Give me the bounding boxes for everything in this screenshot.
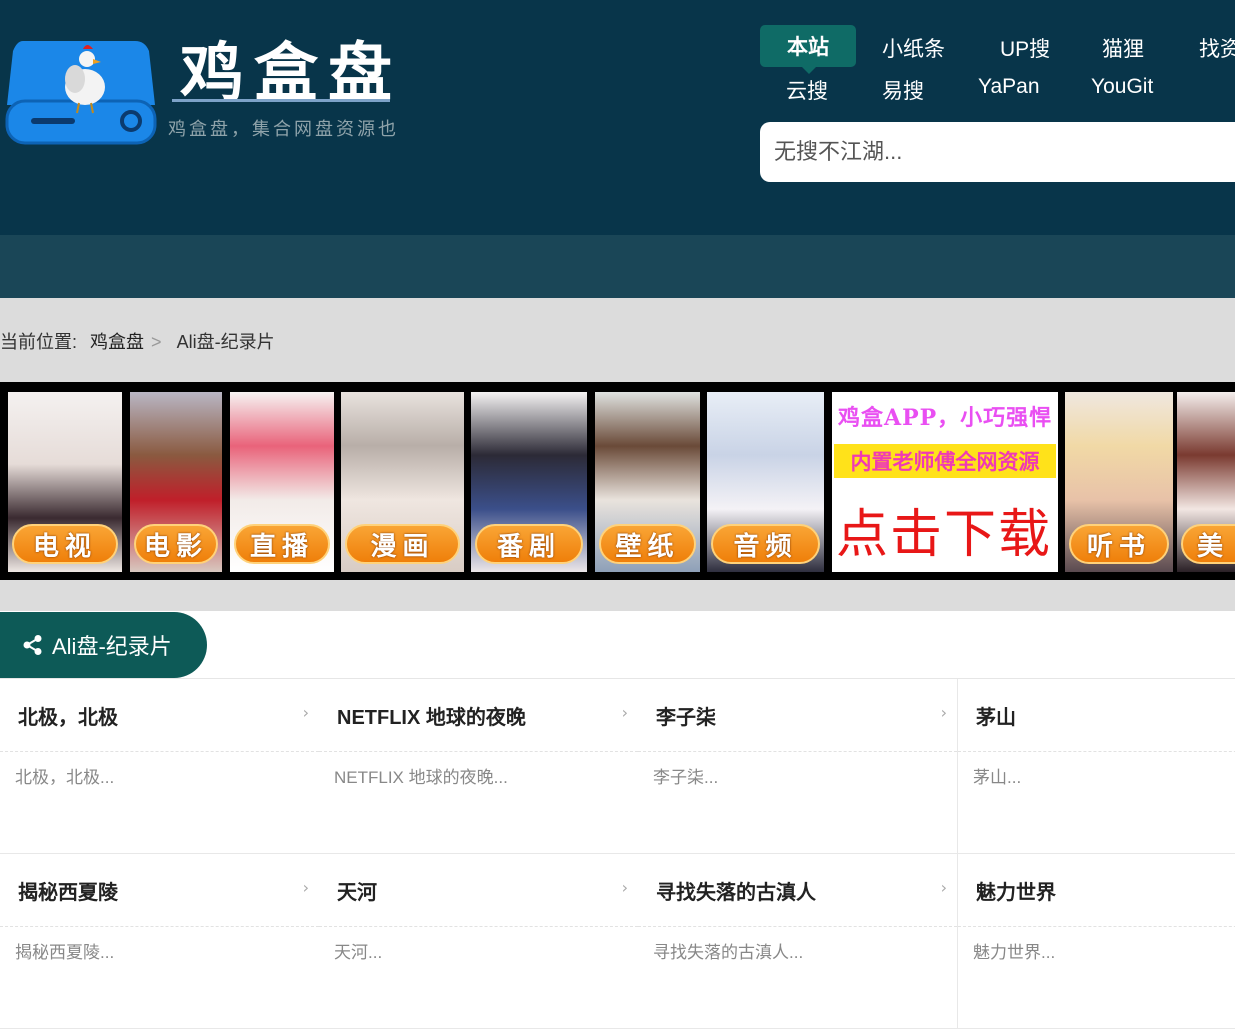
breadcrumb-current: Ali盘-纪录片 (176, 332, 275, 352)
card-divider (0, 926, 319, 927)
resource-card[interactable]: 李子柒 › 李子柒... (638, 679, 958, 854)
nav-tab-yapan[interactable]: YaPan (978, 75, 1040, 99)
title-underline (172, 99, 390, 102)
tile-label: 番剧 (475, 524, 583, 564)
card-divider (638, 751, 957, 752)
nav-tab-active[interactable]: 本站 (760, 25, 856, 74)
card-divider (958, 926, 1235, 927)
logo-drive-icon[interactable] (5, 35, 157, 145)
banner-tile-movie[interactable]: 电影 (130, 392, 222, 572)
resource-card[interactable]: 寻找失落的古滇人 › 寻找失落的古滇人... (638, 854, 958, 1029)
breadcrumb-prefix: 当前位置: (0, 332, 78, 352)
tile-label: 漫画 (345, 524, 460, 564)
resource-card[interactable]: NETFLIX 地球的夜晚 › NETFLIX 地球的夜晚... (319, 679, 639, 854)
nav-tab-yisou[interactable]: 易搜 (882, 75, 924, 105)
card-title[interactable]: 揭秘西夏陵 (18, 876, 118, 905)
nav-tab-upsou[interactable]: UP搜 (1000, 33, 1050, 63)
banner-tile-wallpaper[interactable]: 壁纸 (595, 392, 700, 572)
card-description: 魅力世界... (973, 943, 1056, 962)
site-header: 鸡盒盘 鸡盒盘，集合网盘资源也 本站 小纸条 UP搜 猫狸 找资 云搜 易搜 Y… (0, 0, 1235, 235)
tile-label: 音频 (711, 524, 820, 564)
resource-card[interactable]: 魅力世界魅力世界... (958, 854, 1235, 1029)
banner-tile-beauty[interactable]: 美 (1177, 392, 1235, 572)
tile-label: 电视 (12, 524, 118, 564)
chevron-right-icon: › (940, 878, 947, 897)
banner-tile-live[interactable]: 直播 (230, 392, 334, 572)
ad-subheadline: 内置老师傅全网资源 (834, 444, 1056, 478)
banner-tile-anime[interactable]: 番剧 (471, 392, 587, 572)
breadcrumb-home-link[interactable]: 鸡盒盘 (90, 332, 144, 352)
card-divider (958, 751, 1235, 752)
card-title[interactable]: 魅力世界 (976, 876, 1056, 905)
tile-label: 壁纸 (599, 524, 696, 564)
tile-label: 美 (1181, 524, 1235, 564)
site-tagline: 鸡盒盘，集合网盘资源也 (168, 119, 399, 140)
section-title-tab: Ali盘-纪录片 (0, 612, 207, 678)
ad-download-text: 点击下载 (836, 505, 1053, 565)
chevron-right-icon: › (302, 703, 309, 722)
banner-tile-audiobook[interactable]: 听书 (1065, 392, 1173, 572)
banner-tile-audio[interactable]: 音频 (707, 392, 824, 572)
nav-tab-xiaozhitiao[interactable]: 小纸条 (882, 33, 945, 63)
resource-card[interactable]: 天河 › 天河... (319, 854, 639, 1029)
card-title[interactable]: 李子柒 (656, 701, 716, 730)
card-divider (319, 751, 638, 752)
card-title[interactable]: 寻找失落的古滇人 (656, 876, 816, 905)
breadcrumb-separator: > (151, 332, 162, 352)
card-description: 北极，北极... (15, 768, 115, 787)
card-title[interactable]: 天河 (337, 876, 377, 905)
card-description: NETFLIX 地球的夜晚... (334, 768, 508, 787)
nav-tab-zhaozi[interactable]: 找资 (1199, 33, 1235, 63)
card-title[interactable]: 茅山 (976, 701, 1016, 730)
card-description: 茅山... (973, 768, 1022, 787)
category-banner: 电视 电影 直播 漫画 番剧 壁纸 音频 鸡盒APP，小巧强悍 内置老师傅全网资… (0, 382, 1235, 580)
card-description: 李子柒... (653, 768, 719, 787)
card-description: 寻找失落的古滇人... (653, 943, 804, 962)
chevron-right-icon: › (621, 878, 628, 897)
card-title[interactable]: NETFLIX 地球的夜晚 (337, 701, 526, 730)
tile-label: 听书 (1069, 524, 1169, 564)
section-title: Ali盘-纪录片 (52, 634, 172, 659)
tile-label: 直播 (234, 524, 330, 564)
nav-tab-maoli[interactable]: 猫狸 (1102, 33, 1144, 63)
resource-card[interactable]: 茅山茅山... (958, 679, 1235, 854)
banner-tile-comic[interactable]: 漫画 (341, 392, 464, 572)
search-input[interactable] (760, 122, 1235, 182)
chevron-right-icon: › (302, 878, 309, 897)
sub-header-bar (0, 235, 1235, 298)
app-download-ad[interactable]: 鸡盒APP，小巧强悍 内置老师傅全网资源 点击下载 (832, 392, 1058, 572)
card-divider (0, 751, 319, 752)
resource-card[interactable]: 揭秘西夏陵 › 揭秘西夏陵... (0, 854, 320, 1029)
chevron-right-icon: › (940, 703, 947, 722)
card-description: 揭秘西夏陵... (15, 943, 115, 962)
card-title[interactable]: 北极，北极 (18, 701, 118, 730)
share-icon (23, 635, 42, 655)
tile-label: 电影 (134, 524, 218, 564)
card-divider (319, 926, 638, 927)
banner-tile-tv[interactable]: 电视 (8, 392, 122, 572)
card-description: 天河... (334, 943, 383, 962)
nav-tab-yunsou[interactable]: 云搜 (786, 75, 828, 105)
chevron-right-icon: › (621, 703, 628, 722)
breadcrumb: 当前位置: 鸡盒盘 > Ali盘-纪录片 (0, 328, 283, 354)
nav-tab-yougit[interactable]: YouGit (1091, 75, 1153, 99)
ad-headline: 鸡盒APP，小巧强悍 (838, 405, 1053, 431)
card-divider (638, 926, 957, 927)
resource-card[interactable]: 北极，北极 › 北极，北极... (0, 679, 320, 854)
